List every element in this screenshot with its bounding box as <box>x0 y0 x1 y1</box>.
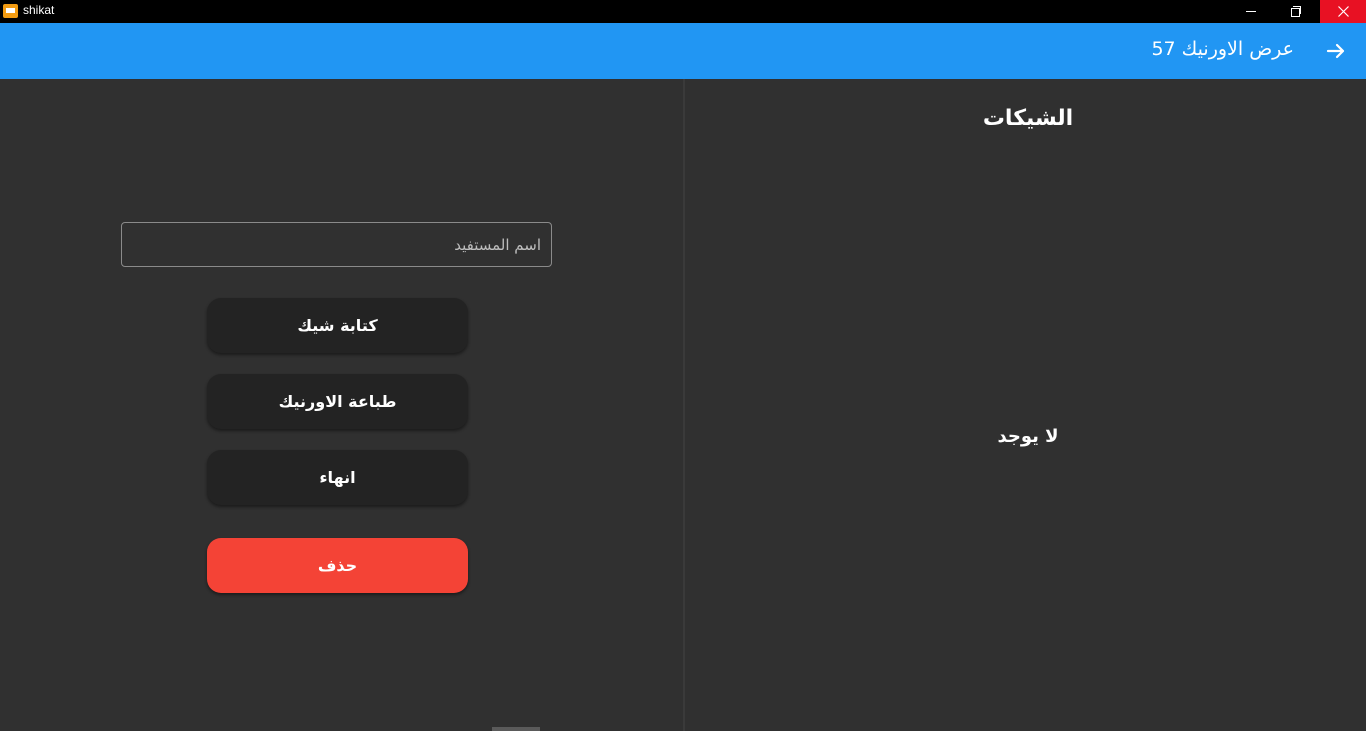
write-check-button[interactable]: كتابة شيك <box>207 298 468 353</box>
page-title: عرض الاورنيك 57 <box>1151 38 1294 60</box>
empty-state-text: لا يوجد <box>997 426 1059 447</box>
back-button[interactable] <box>1324 39 1348 63</box>
actions-panel: كتابة شيك طباعة الاورنيك انهاء حذف <box>0 79 683 731</box>
finish-button[interactable]: انهاء <box>207 450 468 505</box>
checks-panel: الشيكات لا يوجد <box>685 79 1366 731</box>
beneficiary-name-input[interactable] <box>121 222 552 267</box>
scroll-indicator[interactable] <box>492 727 540 731</box>
restore-icon <box>1291 6 1301 17</box>
minimize-button[interactable] <box>1228 0 1273 23</box>
arrow-right-icon <box>1326 43 1345 59</box>
close-button[interactable] <box>1320 0 1366 23</box>
delete-button[interactable]: حذف <box>207 538 468 593</box>
app-icon <box>3 4 18 18</box>
maximize-button[interactable] <box>1273 0 1318 23</box>
minimize-icon <box>1245 11 1256 12</box>
checks-title: الشيكات <box>982 106 1074 131</box>
app-bar: عرض الاورنيك 57 <box>0 23 1366 79</box>
window-title: shikat <box>23 3 55 17</box>
window-titlebar: shikat <box>0 0 1366 23</box>
print-form-button[interactable]: طباعة الاورنيك <box>207 374 468 429</box>
close-icon <box>1337 6 1349 17</box>
